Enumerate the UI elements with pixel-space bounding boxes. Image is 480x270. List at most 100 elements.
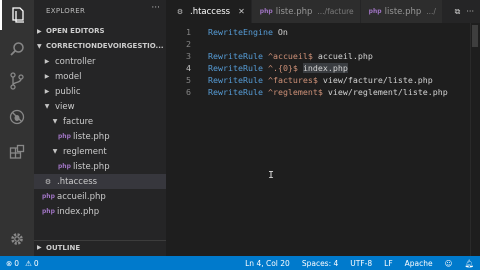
tab-label: liste.php [275,6,313,17]
indentation[interactable]: Spaces: 4 [302,259,338,268]
chevron-down-icon: ▼ [52,118,58,125]
source-control-icon[interactable] [0,66,34,96]
tree-item[interactable]: ▶ controller [34,54,166,69]
php-file-icon: php [58,163,71,170]
outline-section[interactable]: ▶ OUTLINE [34,240,166,254]
tree-item-label: accueil.php [57,191,106,202]
code-line[interactable]: 1 RewriteEngine On [166,26,480,38]
problems-indicator[interactable]: ⊗ 0 ⚠ 0 [6,259,39,268]
code-text: RewriteRule ^reglement$ view/reglement/l… [208,87,448,97]
cursor-position[interactable]: Ln 4, Col 20 [245,259,290,268]
text-cursor-icon: I [268,170,275,181]
language-mode[interactable]: Apache [405,259,433,268]
code-keyword: RewriteRule [208,87,263,97]
code-editor[interactable]: I 1 RewriteEngine On 2 3 RewriteRule ^accuei… [166,23,480,256]
line-number: 3 [186,51,191,61]
php-file-icon: php [368,8,382,15]
outline-label: OUTLINE [46,243,81,252]
tab-actions: ⧉ ··· [455,7,474,17]
chevron-right-icon: ▶ [44,88,50,95]
tree-item[interactable]: ⚙ .htaccess [34,174,166,189]
files-icon[interactable] [0,0,34,30]
tree-item[interactable]: ▼ view [34,99,166,114]
tree-item-label: index.php [57,206,100,217]
php-file-icon: php [42,208,55,215]
code-token: accueil.php [312,51,373,61]
code-token: index.php [302,63,348,73]
tab-description: .../facture [317,7,354,16]
chevron-right-icon: ▶ [37,27,42,35]
tree-item-label: model [55,71,82,82]
code-text: RewriteEngine On [208,27,288,37]
feedback-icon[interactable]: ☺ [445,259,453,268]
line-number: 5 [186,75,191,85]
code-line[interactable]: 2 [166,38,480,50]
open-editors-label: OPEN EDITORS [46,27,105,35]
tab-1[interactable]: php liste.php .../facture [251,0,361,23]
config-file-icon: ⚙ [176,7,184,16]
tree-item[interactable]: ▼ facture [34,114,166,129]
tree-item[interactable]: php liste.php [34,159,166,174]
error-icon: ⊗ [6,258,13,268]
tab-2[interactable]: php liste.php .../ [360,0,443,23]
tree-item-label: facture [63,116,94,127]
code-keyword: RewriteRule [208,63,263,73]
tree-item-label: liste.php [73,161,110,172]
code-line[interactable]: 6 RewriteRule ^reglement$ view/reglement/… [166,86,480,98]
split-editor-icon[interactable]: ⧉ [455,7,461,17]
end-of-line[interactable]: LF [384,259,393,268]
code-token: view/reglement/liste.php [322,87,448,97]
code-line[interactable]: 4 RewriteRule ^.{0}$ index.php [166,62,480,74]
editor-tabs: ⚙ .htaccess ✕ php liste.php .../facture php lis… [166,0,480,23]
line-number: 6 [186,87,191,97]
tree-item[interactable]: ▶ public [34,84,166,99]
extensions-icon[interactable] [0,137,34,167]
code-pattern: ^.{0}$ [267,63,298,73]
line-number: 2 [186,39,191,49]
bell-icon[interactable]: 🔔︎ [464,259,474,268]
config-file-icon: ⚙ [44,177,52,186]
workspace-folder-label: CORRECTIONDEVOIRGESTIO... [46,42,164,50]
code-token: On [272,27,288,37]
code-line[interactable]: 3 RewriteRule ^accueil$ accueil.php [166,50,480,62]
line-number: 1 [186,27,191,37]
chevron-right-icon: ▶ [37,244,42,251]
php-file-icon: php [58,133,71,140]
workspace-folder-section[interactable]: ▼ CORRECTIONDEVOIRGESTIO... [34,39,166,53]
tree-item-label: controller [55,56,96,67]
code-line[interactable]: 5 RewriteRule ^factures$ view/facture/lis… [166,74,480,86]
status-bar: ⊗ 0 ⚠ 0 Ln 4, Col 20 Spaces: 4 UTF-8 LF … [0,256,480,270]
search-icon[interactable] [0,34,34,64]
tree-item[interactable]: ▶ model [34,69,166,84]
chevron-down-icon: ▼ [44,103,50,110]
tree-item[interactable]: php accueil.php [34,189,166,204]
explorer-sidebar: EXPLORER ··· ▶ OPEN EDITORS ▼ CORRECTION… [34,0,166,256]
tree-item[interactable]: ▼ reglement [34,144,166,159]
debug-icon[interactable] [0,102,34,132]
chevron-down-icon: ▼ [52,148,58,155]
code-keyword: RewriteRule [208,75,263,85]
code-text: RewriteRule ^accueil$ accueil.php [208,51,373,61]
more-actions-icon[interactable]: ··· [151,3,160,13]
close-icon[interactable]: ✕ [238,7,245,16]
tab-0[interactable]: ⚙ .htaccess ✕ [166,0,252,23]
open-editors-section[interactable]: ▶ OPEN EDITORS [34,24,166,38]
line-number: 4 [186,63,191,73]
warning-icon: ⚠ [25,258,32,268]
gear-icon[interactable] [0,224,34,254]
tree-item[interactable]: php liste.php [34,129,166,144]
encoding[interactable]: UTF-8 [350,259,372,268]
code-text: RewriteRule ^factures$ view/facture/list… [208,75,433,85]
code-pattern: ^accueil$ [267,51,313,61]
tab-label: .htaccess [190,6,231,17]
chevron-down-icon: ▼ [37,42,42,50]
code-pattern: ^factures$ [267,75,318,85]
chevron-right-icon: ▶ [44,58,50,65]
explorer-title: EXPLORER [46,7,86,15]
more-actions-icon[interactable]: ··· [466,7,474,17]
php-file-icon: php [259,8,273,15]
tree-item[interactable]: php index.php [34,204,166,219]
php-file-icon: php [42,193,55,200]
tab-description: .../ [426,7,436,16]
activity-bar [0,0,34,256]
